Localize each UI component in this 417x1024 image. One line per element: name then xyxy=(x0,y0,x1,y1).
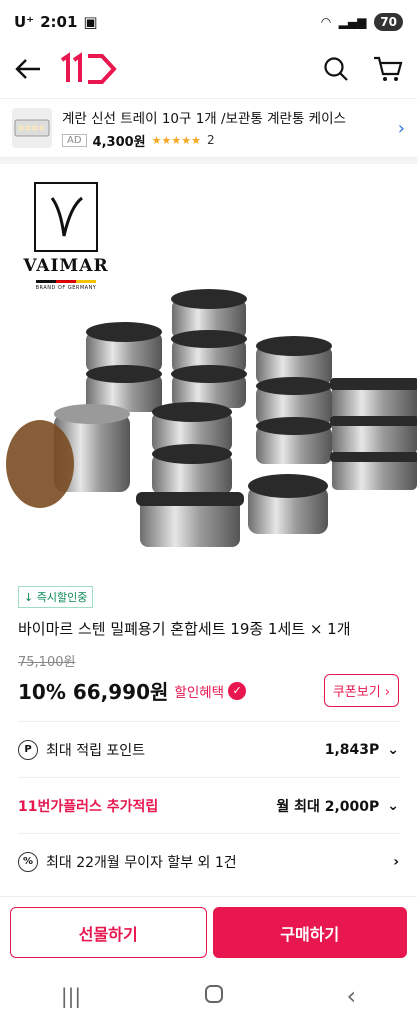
discount-benefit-link[interactable]: 할인혜택 ✓ xyxy=(174,681,247,701)
recent-apps-icon[interactable]: ||| xyxy=(61,984,81,1008)
sale-price: 10% 66,990원 xyxy=(18,680,169,704)
ad-price: 4,300원 xyxy=(92,134,146,150)
rating-stars: ★★★★★ xyxy=(151,133,201,147)
chevron-down-icon: ⌄ xyxy=(387,797,399,814)
points-value: 1,843P xyxy=(324,741,380,758)
percent-icon: % xyxy=(18,851,38,872)
status-bar: U⁺ 2:01 ▣ ◠ ▂▄▆ 70 xyxy=(0,0,417,44)
chevron-right-icon: › xyxy=(397,117,405,139)
coupon-label: 쿠폰보기 xyxy=(332,685,381,700)
original-price: 75,100원 xyxy=(18,655,76,670)
plus-points-label: 11번가플러스 추가적립 xyxy=(18,798,159,815)
system-nav-bar: ||| ‹ xyxy=(0,968,417,1024)
battery-indicator: 70 xyxy=(374,13,403,31)
buy-button[interactable]: 구매하기 xyxy=(212,907,407,958)
carrier-label: U⁺ xyxy=(14,13,35,31)
plus-points-value: 월 최대 2,000P xyxy=(276,798,380,815)
review-count: 2 xyxy=(206,133,215,147)
discount-benefit-label: 할인혜택 xyxy=(174,684,225,701)
ad-thumbnail xyxy=(12,108,52,148)
installment-row[interactable]: % 최대 22개월 무이자 할부 외 1건 › xyxy=(18,833,399,889)
home-icon[interactable] xyxy=(203,983,225,1009)
product-title: 바이마르 스텐 밀폐용기 혼합세트 19종 1세트 × 1개 xyxy=(18,620,351,638)
chevron-down-icon: ⌄ xyxy=(387,741,399,758)
back-arrow-icon[interactable] xyxy=(14,57,42,85)
instant-discount-tag: ↓ 즉시할인중 xyxy=(18,586,94,608)
points-row[interactable]: P 최대 적립 포인트 1,843P ⌄ xyxy=(18,721,399,777)
cart-icon[interactable] xyxy=(373,56,403,86)
containers-illustration xyxy=(6,289,417,547)
ad-banner[interactable]: 계란 신선 트레이 10구 1개 /보관통 계란통 케이스 AD 4,300원 … xyxy=(0,98,417,158)
screenshot-icon: ▣ xyxy=(83,13,98,31)
plus-points-row[interactable]: 11번가플러스 추가적립 월 최대 2,000P ⌄ xyxy=(18,777,399,833)
gift-button[interactable]: 선물하기 xyxy=(10,907,207,958)
coupon-button[interactable]: 쿠폰보기 › xyxy=(323,674,399,707)
wifi-icon: ◠ xyxy=(321,15,331,29)
point-icon: P xyxy=(18,739,38,760)
chevron-right-icon: › xyxy=(393,853,399,870)
chevron-down-icon: ✓ xyxy=(228,681,247,700)
ad-badge: AD xyxy=(62,133,87,147)
signal-icon: ▂▄▆ xyxy=(338,15,367,29)
points-label: 최대 적립 포인트 xyxy=(46,742,146,759)
11st-logo[interactable] xyxy=(58,52,122,90)
installment-label: 최대 22개월 무이자 할부 외 1건 xyxy=(46,854,237,871)
product-image[interactable]: VAIMAR BRAND OF GERMANY xyxy=(0,164,417,574)
back-icon[interactable]: ‹ xyxy=(347,982,357,1010)
search-icon[interactable] xyxy=(323,56,349,86)
purchase-footer: 선물하기 구매하기 xyxy=(0,896,417,968)
ad-title: 계란 신선 트레이 10구 1개 /보관통 계란통 케이스 xyxy=(62,110,346,127)
time-label: 2:01 xyxy=(40,13,78,31)
top-bar xyxy=(0,44,417,98)
